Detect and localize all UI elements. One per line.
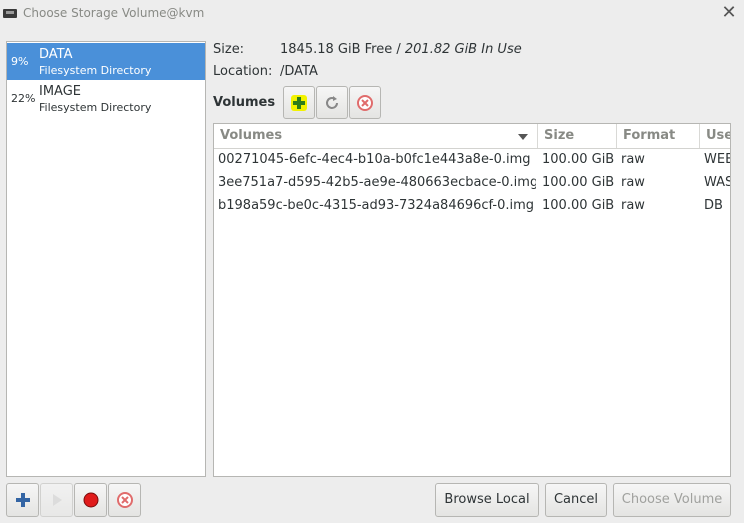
app-icon — [3, 9, 17, 18]
volume-name: 3ee751a7-d595-42b5-ae9e-480663ecbace-0.i… — [218, 175, 536, 190]
refresh-volumes-button[interactable] — [316, 86, 348, 119]
volume-format: raw — [621, 152, 645, 167]
pool-usage-percent: 9% — [11, 55, 29, 68]
browse-local-button[interactable]: Browse Local — [435, 483, 539, 517]
pool-item-image[interactable]: 22% IMAGE Filesystem Directory — [7, 80, 205, 117]
start-pool-button[interactable] — [40, 483, 73, 517]
pool-usage-percent: 22% — [11, 92, 36, 105]
volume-size: 100.00 GiB — [542, 152, 615, 167]
titlebar: Choose Storage Volume@kvm ✕ — [0, 0, 744, 28]
size-in-use: 201.82 GiB In Use — [404, 42, 522, 57]
plus-icon — [16, 493, 30, 507]
volume-name: b198a59c-be0c-4315-ad93-7324a84696cf-0.i… — [218, 198, 535, 213]
sort-descending-icon — [518, 134, 528, 140]
pool-type: Filesystem Directory — [39, 64, 152, 77]
volume-used-by: WAS — [704, 175, 730, 190]
delete-icon — [357, 95, 373, 111]
add-volume-button[interactable] — [283, 86, 315, 119]
volume-name: 00271045-6efc-4ec4-b10a-b0fc1e443a8e-0.i… — [218, 152, 531, 167]
pool-item-data[interactable]: 9% DATA Filesystem Directory — [7, 43, 205, 80]
table-header: Volumes Size Format Used By — [214, 124, 730, 149]
pool-name: DATA — [39, 47, 73, 62]
window-title: Choose Storage Volume@kvm — [23, 6, 205, 20]
volume-size: 100.00 GiB — [542, 198, 615, 213]
volume-size: 100.00 GiB — [542, 175, 615, 190]
column-header-used-by[interactable]: Used By — [700, 124, 730, 148]
volume-format: raw — [621, 175, 645, 190]
pool-type: Filesystem Directory — [39, 101, 152, 114]
volume-used-by: DB — [704, 198, 723, 213]
size-free: 1845.18 GiB Free — [280, 42, 393, 57]
volumes-table: Volumes Size Format Used By 00271045-6ef… — [213, 123, 731, 477]
size-value: 1845.18 GiB Free / 201.82 GiB In Use — [280, 42, 522, 57]
refresh-icon — [326, 96, 338, 109]
pool-name: IMAGE — [39, 84, 82, 99]
cancel-button[interactable]: Cancel — [545, 483, 607, 517]
table-row[interactable]: 3ee751a7-d595-42b5-ae9e-480663ecbace-0.i… — [214, 172, 730, 195]
stop-pool-button[interactable] — [74, 483, 107, 517]
volumes-heading: Volumes — [213, 95, 276, 110]
add-pool-button[interactable] — [6, 483, 39, 517]
volume-used-by: WEB — [704, 152, 730, 167]
choose-volume-button[interactable]: Choose Volume — [613, 483, 731, 517]
delete-pool-button[interactable] — [108, 483, 141, 517]
plus-icon — [291, 95, 307, 111]
delete-icon — [117, 492, 133, 508]
column-header-volumes[interactable]: Volumes — [214, 124, 538, 148]
location-label: Location: — [213, 64, 273, 79]
size-separator: / — [392, 42, 405, 57]
table-row[interactable]: 00271045-6efc-4ec4-b10a-b0fc1e443a8e-0.i… — [214, 149, 730, 172]
volume-format: raw — [621, 198, 645, 213]
column-header-format[interactable]: Format — [617, 124, 700, 148]
play-icon — [53, 494, 62, 506]
column-header-size[interactable]: Size — [538, 124, 617, 148]
location-value: /DATA — [280, 64, 318, 79]
storage-pool-list: 9% DATA Filesystem Directory 22% IMAGE F… — [6, 41, 206, 477]
table-row[interactable]: b198a59c-be0c-4315-ad93-7324a84696cf-0.i… — [214, 195, 730, 218]
delete-volume-button[interactable] — [349, 86, 381, 119]
close-icon[interactable]: ✕ — [718, 3, 740, 25]
size-label: Size: — [213, 42, 245, 57]
record-stop-icon — [83, 492, 99, 508]
